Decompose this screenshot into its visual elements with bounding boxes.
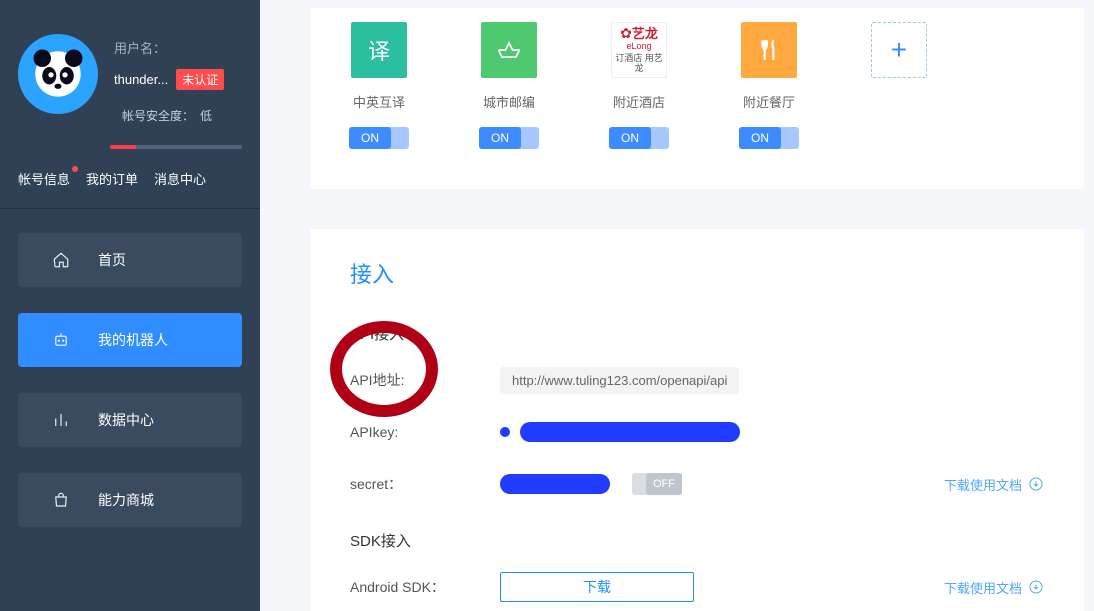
nav-my-robot[interactable]: 我的机器人 bbox=[18, 313, 242, 367]
api-section-heading: API接入 bbox=[350, 323, 1044, 344]
notification-dot-icon bbox=[72, 166, 78, 172]
toggle-restaurant[interactable]: ON bbox=[739, 127, 799, 149]
main-content: 译 中英互译 ON 城市邮编 ON ✿艺龙 eLong bbox=[260, 0, 1094, 611]
doc-link-android[interactable]: 下载使用文档 bbox=[944, 578, 1044, 597]
tile-translate[interactable]: 译 bbox=[351, 22, 407, 78]
api-url-label: API地址: bbox=[350, 370, 500, 390]
secret-label: secret： bbox=[350, 474, 500, 494]
panda-icon bbox=[30, 46, 86, 102]
func-hotel: ✿艺龙 eLong 订酒店 用艺龙 附近酒店 ON bbox=[604, 22, 674, 149]
doc-link-secret[interactable]: 下载使用文档 bbox=[944, 475, 1044, 494]
plus-icon: + bbox=[891, 34, 907, 66]
secret-redacted bbox=[500, 474, 610, 494]
func-postcode-label: 城市邮编 bbox=[483, 92, 535, 111]
security-level: 低 bbox=[200, 107, 212, 124]
func-postcode: 城市邮编 ON bbox=[474, 22, 544, 149]
utensils-icon bbox=[756, 37, 782, 63]
download-circle-icon bbox=[1028, 476, 1044, 492]
toggle-hotel-state: ON bbox=[609, 127, 651, 149]
func-add: + bbox=[864, 22, 934, 78]
android-sdk-label: Android SDK： bbox=[350, 577, 500, 597]
doc-link-android-label: 下载使用文档 bbox=[944, 578, 1022, 597]
redaction-dot-icon bbox=[500, 427, 510, 437]
sidebar: 用户名： thunder... 未认证 帐号安全度： 低 帐号信息 我的订单 消… bbox=[0, 0, 260, 611]
download-circle-icon bbox=[1028, 579, 1044, 595]
nav-ability-store[interactable]: 能力商城 bbox=[18, 473, 242, 527]
post-icon bbox=[495, 36, 523, 64]
api-url-value[interactable]: http://www.tuling123.com/openapi/api bbox=[500, 367, 739, 394]
tab-my-orders[interactable]: 我的订单 bbox=[86, 169, 138, 188]
nav-robot-label: 我的机器人 bbox=[98, 330, 168, 350]
verify-badge[interactable]: 未认证 bbox=[176, 69, 224, 90]
translate-glyph: 译 bbox=[368, 34, 390, 66]
add-function-button[interactable]: + bbox=[871, 22, 927, 78]
security-label: 帐号安全度： bbox=[122, 107, 194, 124]
android-download-label: 下载 bbox=[583, 577, 611, 597]
functions-panel: 译 中英互译 ON 城市邮编 ON ✿艺龙 eLong bbox=[310, 8, 1084, 189]
tab-message-center[interactable]: 消息中心 bbox=[154, 169, 206, 188]
nav-data-label: 数据中心 bbox=[98, 410, 154, 430]
toggle-translate[interactable]: ON bbox=[349, 127, 409, 149]
func-restaurant: 附近餐厅 ON bbox=[734, 22, 804, 149]
toggle-postcode-state: ON bbox=[479, 127, 521, 149]
profile-block: 用户名： thunder... 未认证 帐号安全度： 低 bbox=[0, 0, 260, 137]
sdk-section-heading: SDK接入 bbox=[350, 530, 1044, 551]
toggle-restaurant-state: ON bbox=[739, 127, 781, 149]
shopping-bag-icon bbox=[52, 491, 70, 509]
func-translate-label: 中英互译 bbox=[353, 92, 405, 111]
api-key-redacted bbox=[520, 422, 740, 442]
access-title: 接入 bbox=[350, 257, 1044, 289]
access-panel: 接入 API接入 API地址: http://www.tuling123.com… bbox=[310, 229, 1084, 611]
robot-icon bbox=[52, 331, 70, 349]
nav-home-label: 首页 bbox=[98, 250, 126, 270]
toggle-hotel[interactable]: ON bbox=[609, 127, 669, 149]
secret-toggle[interactable]: OFF bbox=[632, 473, 682, 495]
func-restaurant-label: 附近餐厅 bbox=[743, 92, 795, 111]
android-download-button[interactable]: 下载 bbox=[500, 572, 694, 602]
avatar[interactable] bbox=[18, 34, 98, 114]
nav-home[interactable]: 首页 bbox=[18, 233, 242, 287]
toggle-postcode[interactable]: ON bbox=[479, 127, 539, 149]
tile-restaurant[interactable] bbox=[741, 22, 797, 78]
api-key-label: APIkey: bbox=[350, 424, 500, 440]
func-hotel-label: 附近酒店 bbox=[613, 92, 665, 111]
username-value: thunder... bbox=[114, 72, 168, 87]
doc-link-label: 下载使用文档 bbox=[944, 475, 1022, 494]
tile-postcode[interactable] bbox=[481, 22, 537, 78]
nav-data-center[interactable]: 数据中心 bbox=[18, 393, 242, 447]
elong-logo-icon: ✿艺龙 eLong 订酒店 用艺龙 bbox=[612, 26, 666, 73]
username-label: 用户名： bbox=[114, 38, 242, 57]
toggle-translate-state: ON bbox=[349, 127, 391, 149]
tab-account-label: 帐号信息 bbox=[18, 172, 70, 187]
secret-toggle-state: OFF bbox=[646, 473, 682, 495]
home-icon bbox=[52, 251, 70, 269]
tile-hotel[interactable]: ✿艺龙 eLong 订酒店 用艺龙 bbox=[611, 22, 667, 78]
func-translate: 译 中英互译 ON bbox=[344, 22, 414, 149]
bar-chart-icon bbox=[52, 411, 70, 429]
nav-store-label: 能力商城 bbox=[98, 490, 154, 510]
tab-account-info[interactable]: 帐号信息 bbox=[18, 169, 70, 188]
